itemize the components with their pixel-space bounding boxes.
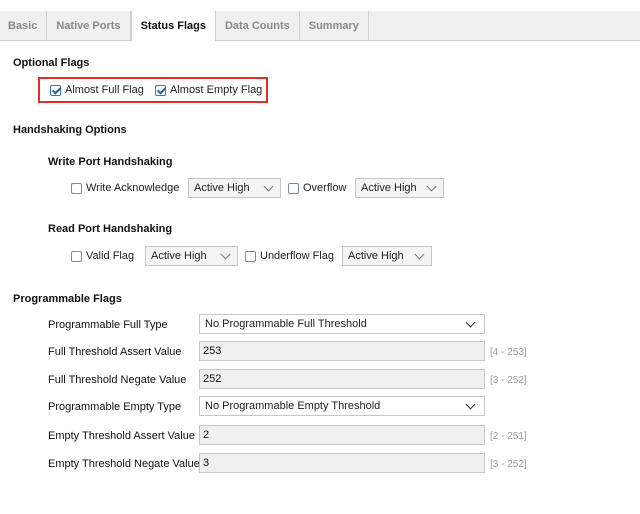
tab-summary[interactable]: Summary (300, 11, 369, 40)
tab-status-flags[interactable]: Status Flags (130, 11, 216, 41)
chevron-down-icon (414, 249, 425, 260)
tab-basic[interactable]: Basic (0, 11, 48, 40)
underflow-flag-label: Underflow Flag (260, 250, 334, 262)
programmable-full-type-value: No Programmable Full Threshold (205, 318, 367, 330)
programmable-flags-title: Programmable Flags (13, 293, 122, 305)
write-port-handshaking-title: Write Port Handshaking (48, 156, 173, 168)
chevron-down-icon (465, 317, 476, 328)
empty-threshold-negate-input[interactable]: 3 (199, 453, 485, 473)
empty-threshold-negate-label: Empty Threshold Negate Value (48, 458, 200, 470)
full-threshold-assert-input[interactable]: 253 (199, 341, 485, 361)
programmable-empty-type-select[interactable]: No Programmable Empty Threshold (199, 396, 485, 416)
valid-flag-polarity-select[interactable]: Active High (145, 246, 238, 266)
programmable-full-type-select[interactable]: No Programmable Full Threshold (199, 314, 485, 334)
write-acknowledge-polarity-select[interactable]: Active High (188, 178, 281, 198)
full-threshold-negate-range: [3 - 252] (490, 375, 527, 386)
full-threshold-negate-input[interactable]: 252 (199, 369, 485, 389)
full-threshold-assert-label: Full Threshold Assert Value (48, 346, 182, 358)
empty-threshold-assert-label: Empty Threshold Assert Value (48, 430, 195, 442)
underflow-flag-polarity-value: Active High (348, 250, 404, 262)
chevron-down-icon (465, 399, 476, 410)
almost-empty-flag-option: Almost Empty Flag (155, 84, 262, 96)
optional-flags-title: Optional Flags (13, 57, 90, 69)
underflow-flag-polarity-select[interactable]: Active High (342, 246, 432, 266)
programmable-full-type-label: Programmable Full Type (48, 319, 168, 331)
overflow-polarity-select[interactable]: Active High (355, 178, 444, 198)
chevron-down-icon (263, 181, 274, 192)
almost-full-flag-checkbox[interactable] (50, 84, 61, 96)
tab-bar: Basic Native Ports Status Flags Data Cou… (0, 11, 640, 41)
valid-flag-label: Valid Flag (86, 250, 135, 262)
overflow-checkbox[interactable] (288, 182, 299, 194)
write-acknowledge-polarity-value: Active High (194, 182, 250, 194)
empty-threshold-negate-range: [3 - 252] (490, 459, 527, 470)
full-threshold-negate-label: Full Threshold Negate Value (48, 374, 187, 386)
underflow-flag-checkbox[interactable] (245, 250, 256, 262)
overflow-polarity-value: Active High (361, 182, 417, 194)
almost-full-flag-option: Almost Full Flag (50, 84, 144, 96)
write-acknowledge-checkbox[interactable] (71, 182, 82, 194)
almost-full-flag-label: Almost Full Flag (65, 84, 144, 96)
underflow-flag-option: Underflow Flag (245, 250, 334, 262)
tab-data-counts[interactable]: Data Counts (216, 11, 300, 40)
almost-empty-flag-checkbox[interactable] (155, 84, 166, 96)
tab-native-ports[interactable]: Native Ports (47, 11, 131, 40)
chevron-down-icon (426, 181, 437, 192)
full-threshold-assert-range: [4 - 253] (490, 347, 527, 358)
programmable-empty-type-value: No Programmable Empty Threshold (205, 400, 381, 412)
chevron-down-icon (220, 249, 231, 260)
write-acknowledge-label: Write Acknowledge (86, 182, 180, 194)
overflow-label: Overflow (303, 182, 347, 194)
valid-flag-polarity-value: Active High (151, 250, 207, 262)
empty-threshold-assert-input[interactable]: 2 (199, 425, 485, 445)
write-acknowledge-option: Write Acknowledge (71, 182, 179, 194)
read-port-handshaking-title: Read Port Handshaking (48, 223, 173, 235)
handshaking-options-title: Handshaking Options (13, 124, 127, 136)
empty-threshold-assert-range: [2 - 251] (490, 431, 527, 442)
almost-empty-flag-label: Almost Empty Flag (170, 84, 263, 96)
valid-flag-checkbox[interactable] (71, 250, 82, 262)
valid-flag-option: Valid Flag (71, 250, 134, 262)
overflow-option: Overflow (288, 182, 346, 194)
programmable-empty-type-label: Programmable Empty Type (48, 401, 182, 413)
